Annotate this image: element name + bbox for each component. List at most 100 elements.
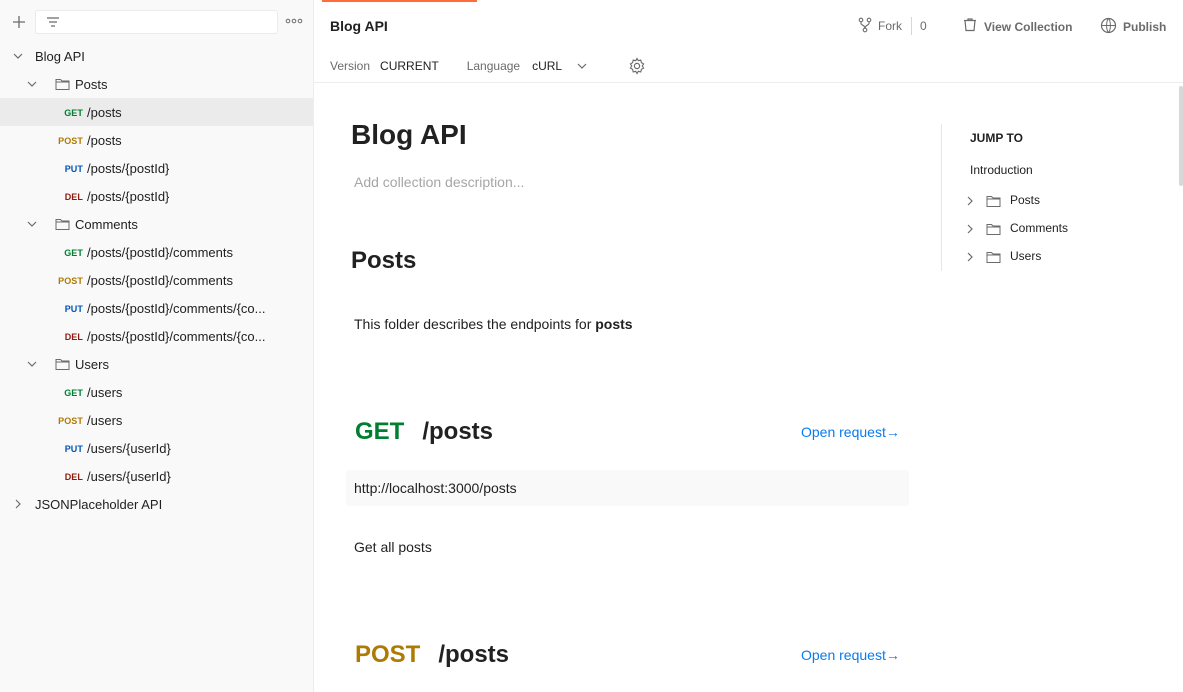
jump-to-item[interactable]: Comments [964, 220, 1164, 238]
jump-to-introduction[interactable]: Introduction [970, 163, 1033, 177]
filter-input[interactable] [35, 10, 278, 34]
collection-jsonplaceholder-api[interactable]: JSONPlaceholder API [0, 490, 313, 518]
collection-blog-api[interactable]: Blog API [0, 42, 313, 70]
gear-icon[interactable] [628, 57, 646, 75]
request-path: /posts [87, 133, 122, 148]
method-badge: GET [64, 388, 83, 398]
chevron-right-icon[interactable] [964, 195, 976, 210]
request-item[interactable]: POST /posts/{postId}/comments [0, 266, 313, 294]
method-badge: DEL [64, 472, 83, 482]
request-item[interactable]: DEL /users/{userId} [0, 462, 313, 490]
request-item[interactable]: GET /posts [0, 98, 313, 126]
view-collection-button[interactable]: View Collection [962, 17, 1072, 36]
request-item[interactable]: GET /users [0, 378, 313, 406]
request-path: /users/{userId} [87, 469, 171, 484]
chevron-down-icon[interactable] [576, 60, 588, 72]
request-item[interactable]: GET /posts/{postId}/comments [0, 238, 313, 266]
request-url: http://localhost:3000/posts [354, 480, 517, 496]
jump-to-item[interactable]: Posts [964, 192, 1164, 210]
language-select[interactable]: cURL [532, 59, 562, 73]
chevron-down-icon[interactable] [26, 218, 38, 230]
publish-icon [1100, 17, 1117, 37]
language-label: Language [466, 59, 521, 73]
request-item[interactable]: DEL /posts/{postId}/comments/{co... [0, 322, 313, 350]
folder-description-text: This folder describes the endpoints for [354, 316, 596, 332]
folder-users[interactable]: Users [0, 350, 313, 378]
plus-icon[interactable] [9, 12, 29, 32]
jump-to-label: Comments [1010, 221, 1069, 235]
folder-icon [55, 357, 70, 371]
request-item[interactable]: POST /users [0, 406, 313, 434]
request-path: /posts/{postId}/comments [87, 273, 233, 288]
publish-label: Publish [1123, 20, 1167, 34]
filter-icon [47, 17, 59, 27]
method-badge: DEL [64, 332, 83, 342]
request-path: /users/{userId} [87, 441, 171, 456]
open-request-link[interactable]: Open request→ [801, 424, 900, 440]
request-path: /posts/{postId} [87, 189, 170, 204]
page-title: Blog API [330, 18, 388, 34]
chevron-down-icon[interactable] [12, 50, 24, 62]
folder-icon [986, 194, 1001, 211]
request-path: /posts/{postId} [87, 161, 170, 176]
request-path: /users [87, 413, 123, 428]
version-label: Version [330, 59, 371, 73]
sidebar: Blog API Posts GET /posts POST /posts PU… [0, 0, 314, 692]
request-item[interactable]: DEL /posts/{postId} [0, 182, 313, 210]
method-badge: PUT [64, 444, 83, 454]
fork-label: Fork [878, 19, 902, 33]
more-icon[interactable] [285, 14, 303, 28]
folder-posts[interactable]: Posts [0, 70, 313, 98]
request-item[interactable]: PUT /users/{userId} [0, 434, 313, 462]
chevron-down-icon[interactable] [26, 78, 38, 90]
folder-icon [986, 222, 1001, 239]
folder-title: Posts [351, 247, 417, 274]
view-collection-label: View Collection [984, 19, 1073, 34]
request-heading: GET /posts [355, 418, 493, 446]
request-item[interactable]: PUT /posts/{postId}/comments/{co... [0, 294, 313, 322]
request-url-box: http://localhost:3000/posts [346, 470, 909, 506]
collection-name: Blog API [35, 49, 85, 64]
fork-button[interactable]: Fork 0 [858, 17, 927, 35]
method-badge: POST [58, 276, 83, 286]
active-tab-indicator [322, 0, 477, 2]
chevron-right-icon[interactable] [12, 498, 24, 510]
method-badge: PUT [64, 304, 83, 314]
divider [911, 17, 912, 35]
publish-button[interactable]: Publish [1100, 17, 1166, 37]
folder-comments[interactable]: Comments [0, 210, 313, 238]
fork-icon [858, 17, 872, 36]
request-item[interactable]: POST /posts [0, 126, 313, 154]
request-path: /posts/{postId}/comments/{co... [87, 329, 266, 344]
method-badge: PUT [64, 164, 83, 174]
request-description: Get all posts [354, 539, 432, 555]
method-badge: POST [58, 416, 83, 426]
request-item[interactable]: PUT /posts/{postId} [0, 154, 313, 182]
chevron-down-icon[interactable] [26, 358, 38, 370]
folder-description-bold: posts [595, 316, 633, 332]
folder-icon [986, 250, 1001, 267]
request-path: /users [87, 385, 123, 400]
request-method: GET [355, 418, 405, 445]
description-field[interactable]: Add collection description... [354, 174, 524, 190]
jump-to-title: JUMP TO [970, 131, 1023, 145]
folder-description: This folder describes the endpoints for … [354, 316, 633, 332]
jump-to-item[interactable]: Users [964, 248, 1164, 266]
open-request-link[interactable]: Open request→ [801, 647, 900, 663]
version-select[interactable]: CURRENT [380, 59, 439, 73]
jump-to-label: Users [1010, 249, 1042, 263]
request-path: /posts/{postId}/comments [87, 245, 233, 260]
method-badge: GET [64, 108, 83, 118]
folder-name: Comments [75, 217, 138, 232]
divider [941, 124, 942, 271]
scrollbar[interactable] [1179, 86, 1183, 186]
folder-icon [55, 217, 70, 231]
method-badge: DEL [64, 192, 83, 202]
chevron-right-icon[interactable] [964, 251, 976, 266]
chevron-right-icon[interactable] [964, 223, 976, 238]
jump-to-label: Posts [1010, 193, 1041, 207]
request-heading: POST /posts [355, 641, 509, 669]
method-badge: POST [58, 136, 83, 146]
request-path: /posts [422, 418, 494, 445]
folder-name: Posts [75, 77, 108, 92]
